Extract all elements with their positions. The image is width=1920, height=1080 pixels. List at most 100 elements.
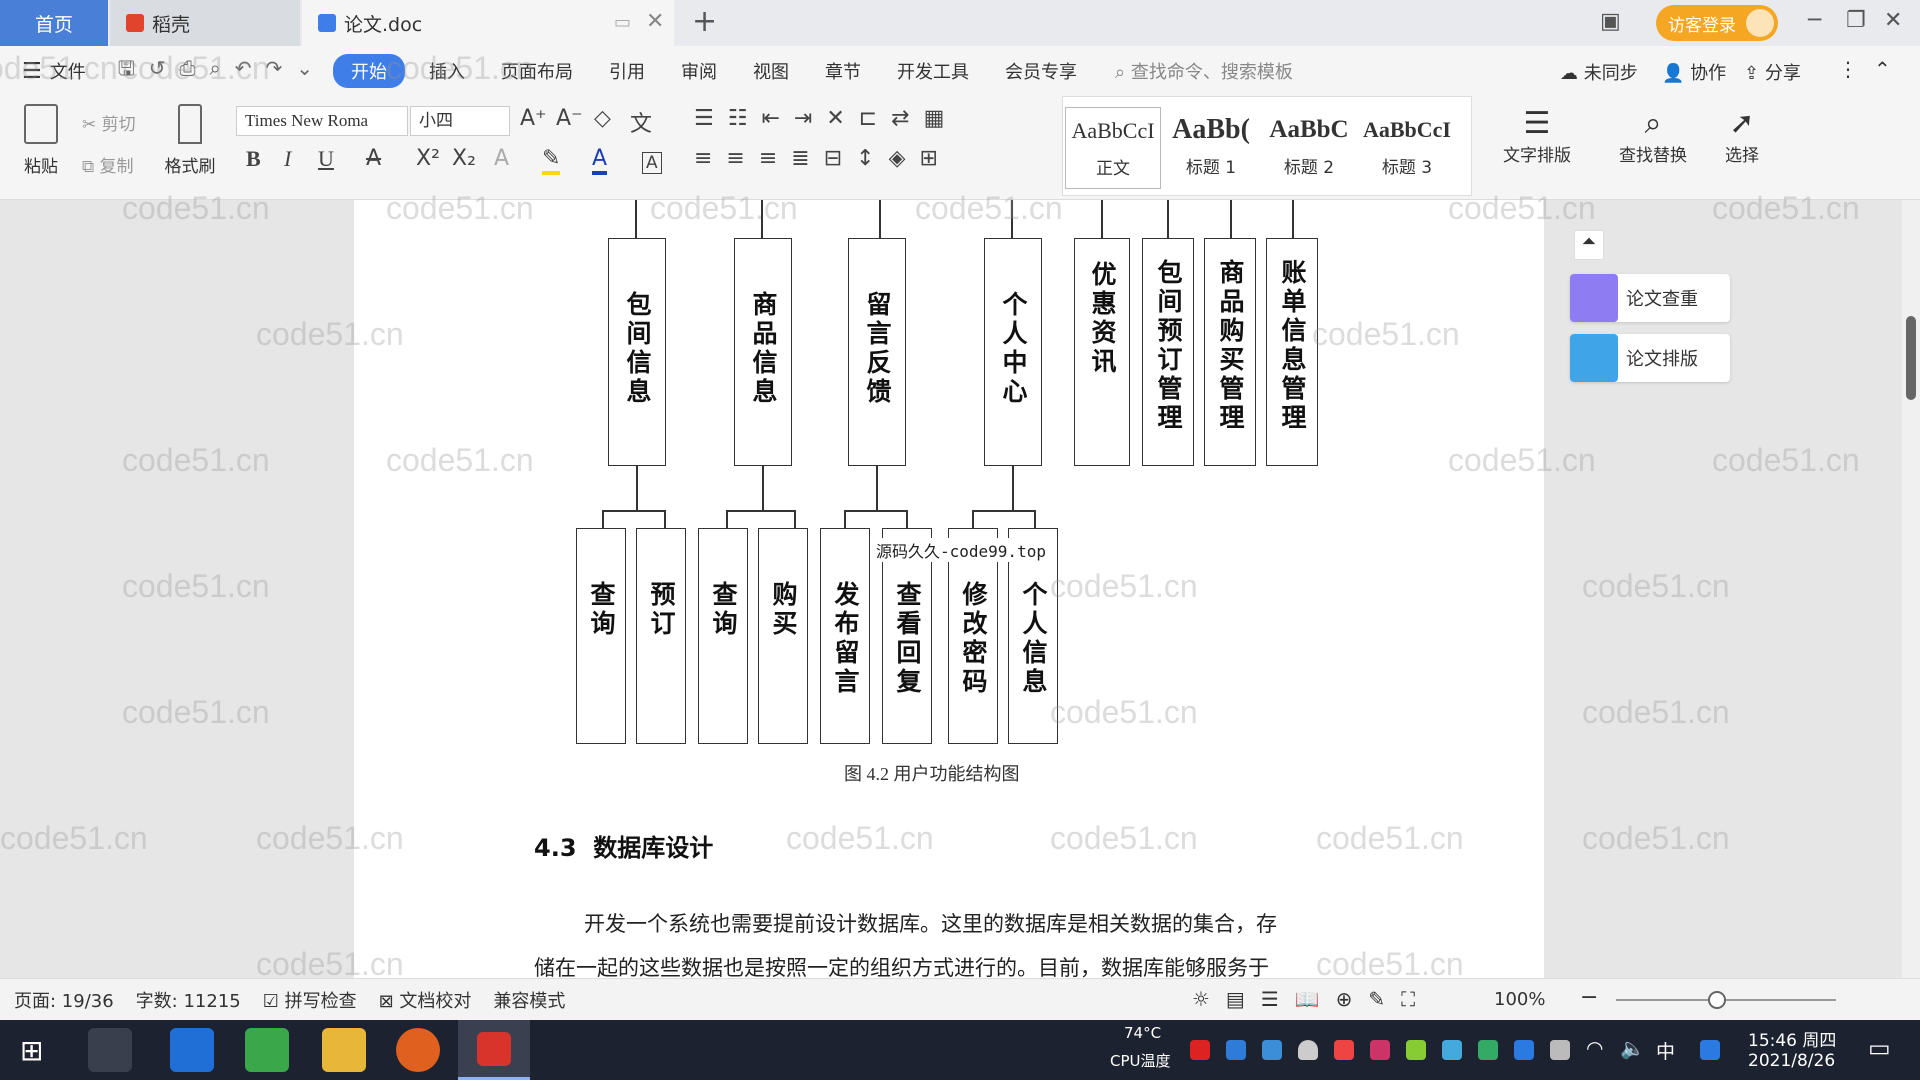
- highlight-icon[interactable]: ✎: [542, 146, 561, 175]
- file-explorer-icon[interactable]: [322, 1028, 366, 1072]
- vertical-scrollbar[interactable]: [1902, 200, 1920, 978]
- tray-app-icon[interactable]: [1442, 1040, 1462, 1060]
- bluetooth-icon[interactable]: [1514, 1040, 1534, 1060]
- browser-360-icon[interactable]: [245, 1028, 289, 1072]
- format-painter-button[interactable]: 格式刷: [162, 104, 218, 177]
- style-heading-1[interactable]: AaBb(标题 1: [1163, 107, 1259, 189]
- menu-view[interactable]: 视图: [735, 58, 807, 84]
- menu-developer[interactable]: 开发工具: [879, 58, 987, 84]
- zoom-out-icon[interactable]: −: [1580, 985, 1598, 1010]
- superscript-icon[interactable]: X²: [416, 146, 440, 171]
- font-size-select[interactable]: 小四: [410, 106, 510, 136]
- tray-app-icon[interactable]: [1190, 1040, 1210, 1060]
- search-tray-icon[interactable]: [1700, 1040, 1720, 1060]
- scrollbar-thumb[interactable]: [1906, 316, 1916, 400]
- app-fan-icon[interactable]: [88, 1028, 132, 1072]
- tab-home[interactable]: 首页: [0, 0, 108, 46]
- shield-icon[interactable]: [1262, 1040, 1282, 1060]
- menu-references[interactable]: 引用: [591, 58, 663, 84]
- battery-icon[interactable]: [1550, 1040, 1570, 1060]
- menu-file[interactable]: 文件: [42, 58, 104, 84]
- login-button[interactable]: 访客登录: [1656, 5, 1778, 41]
- zoom-slider-thumb[interactable]: [1708, 991, 1726, 1009]
- hamburger-icon[interactable]: ☰: [22, 59, 42, 84]
- tab-daoke[interactable]: 稻壳: [110, 0, 300, 46]
- view-mode-icons[interactable]: ☼▤☰📖⊕✎⛶: [1192, 987, 1431, 1011]
- panel-collapse-icon[interactable]: ⏶: [1574, 230, 1604, 260]
- clock-time[interactable]: 15:46 周四: [1748, 1026, 1836, 1051]
- connector: [1167, 200, 1169, 238]
- new-tab-icon[interactable]: +: [692, 4, 717, 39]
- minimize-icon[interactable]: ─: [1808, 8, 1821, 33]
- paper-check-button[interactable]: 论文查重: [1570, 274, 1730, 322]
- word-count[interactable]: 字数: 11215: [136, 987, 241, 1013]
- ie-browser-icon[interactable]: [170, 1028, 214, 1072]
- style-normal[interactable]: AaBbCcI 正文: [1065, 107, 1161, 189]
- app-avatar-icon[interactable]: [396, 1028, 440, 1072]
- nvidia-icon[interactable]: [1478, 1040, 1498, 1060]
- notification-icon[interactable]: ▭: [1868, 1034, 1891, 1062]
- menu-review[interactable]: 审阅: [663, 58, 735, 84]
- quick-access-icons[interactable]: 🖫↺⎙⌕↶↷⌄: [118, 54, 327, 88]
- font-family-select[interactable]: Times New Roma: [236, 106, 408, 136]
- sync-status[interactable]: ☁ 未同步: [1560, 59, 1638, 85]
- shrink-font-icon[interactable]: A⁻: [556, 106, 583, 131]
- underline-icon[interactable]: U: [318, 146, 334, 172]
- select-button[interactable]: ➚ 选择: [1712, 106, 1772, 166]
- clear-format-icon[interactable]: ◇: [594, 106, 611, 131]
- grow-font-icon[interactable]: A⁺: [520, 106, 547, 131]
- tab-restore-icon[interactable]: ▭: [614, 12, 631, 33]
- collab-button[interactable]: 👤 协作: [1662, 59, 1726, 85]
- menu-start[interactable]: 开始: [333, 54, 406, 88]
- tray-app-icon[interactable]: [1406, 1040, 1426, 1060]
- windows-start-icon[interactable]: ⊞: [20, 1034, 43, 1067]
- style-heading-3[interactable]: AaBbCcI 标题 3: [1359, 107, 1455, 189]
- wifi-icon[interactable]: ◠: [1586, 1036, 1603, 1060]
- subscript-icon[interactable]: X₂: [452, 146, 476, 171]
- tray-app-icon[interactable]: [1226, 1040, 1246, 1060]
- close-icon[interactable]: ✕: [1884, 8, 1902, 33]
- page-indicator[interactable]: 页面: 19/36: [14, 987, 114, 1013]
- align-icons[interactable]: ≡≡≡≣⊟↕◈⊞: [694, 146, 952, 171]
- spell-check-button[interactable]: ☑ 拼写检查: [263, 987, 357, 1013]
- command-search[interactable]: ⌕ 查找命令、搜索模板: [1115, 58, 1293, 84]
- find-replace-button[interactable]: ⌕ 查找替换: [1608, 106, 1698, 166]
- paste-button[interactable]: 粘贴: [16, 104, 66, 177]
- paper-layout-button[interactable]: 论文排版: [1570, 334, 1730, 382]
- text-effect-icon[interactable]: A: [494, 146, 509, 171]
- tab-close-icon[interactable]: ✕: [646, 9, 664, 34]
- proofread-button[interactable]: ⊠ 文档校对: [379, 987, 472, 1013]
- zoom-slider[interactable]: [1616, 991, 1836, 1009]
- tray-app-icon[interactable]: [1334, 1040, 1354, 1060]
- maximize-icon[interactable]: ❐: [1846, 8, 1866, 33]
- font-color-icon[interactable]: A: [592, 146, 608, 175]
- document-page[interactable]: 包间信息 商品信息 留言反馈 个人中心 优惠资讯 包间预订管理 商品购买管理 账…: [354, 200, 1544, 978]
- clock-date[interactable]: 2021/8/26: [1748, 1051, 1835, 1071]
- italic-icon[interactable]: I: [284, 146, 291, 172]
- font-size-value: 小四: [419, 111, 453, 131]
- zoom-level[interactable]: 100%: [1494, 989, 1545, 1010]
- collapse-ribbon-icon[interactable]: ⌃: [1874, 57, 1891, 81]
- cut-button[interactable]: ✂ 剪切: [82, 110, 136, 135]
- share-button[interactable]: ⇪ 分享: [1744, 59, 1801, 85]
- style-heading-2[interactable]: AaBbC 标题 2: [1261, 107, 1357, 189]
- volume-icon[interactable]: 🔈: [1620, 1036, 1645, 1060]
- menu-member[interactable]: 会员专享: [987, 58, 1095, 84]
- copy-button[interactable]: ⧉ 复制: [82, 152, 134, 177]
- char-border-icon[interactable]: A: [642, 152, 662, 174]
- wps-taskbar-button[interactable]: [458, 1020, 530, 1080]
- phonetic-icon[interactable]: 文: [630, 106, 652, 138]
- strikethrough-icon[interactable]: A: [366, 146, 381, 171]
- menu-page-layout[interactable]: 页面布局: [483, 58, 591, 84]
- list-icons[interactable]: ☰☷⇤⇥✕⊏⇄▦: [694, 106, 958, 131]
- bell-icon[interactable]: [1298, 1040, 1318, 1060]
- bold-icon[interactable]: B: [246, 146, 261, 172]
- menu-insert[interactable]: 插入: [411, 58, 483, 84]
- more-icon[interactable]: ⋮: [1838, 57, 1858, 81]
- tab-document[interactable]: 论文.doc ▭ ✕: [302, 0, 674, 46]
- ime-indicator[interactable]: 中: [1656, 1037, 1675, 1064]
- layout-icon[interactable]: ▣: [1600, 9, 1621, 34]
- tray-app-icon[interactable]: [1370, 1040, 1390, 1060]
- text-layout-button[interactable]: ☰ 文字排版: [1492, 106, 1582, 166]
- menu-chapter[interactable]: 章节: [807, 58, 879, 84]
